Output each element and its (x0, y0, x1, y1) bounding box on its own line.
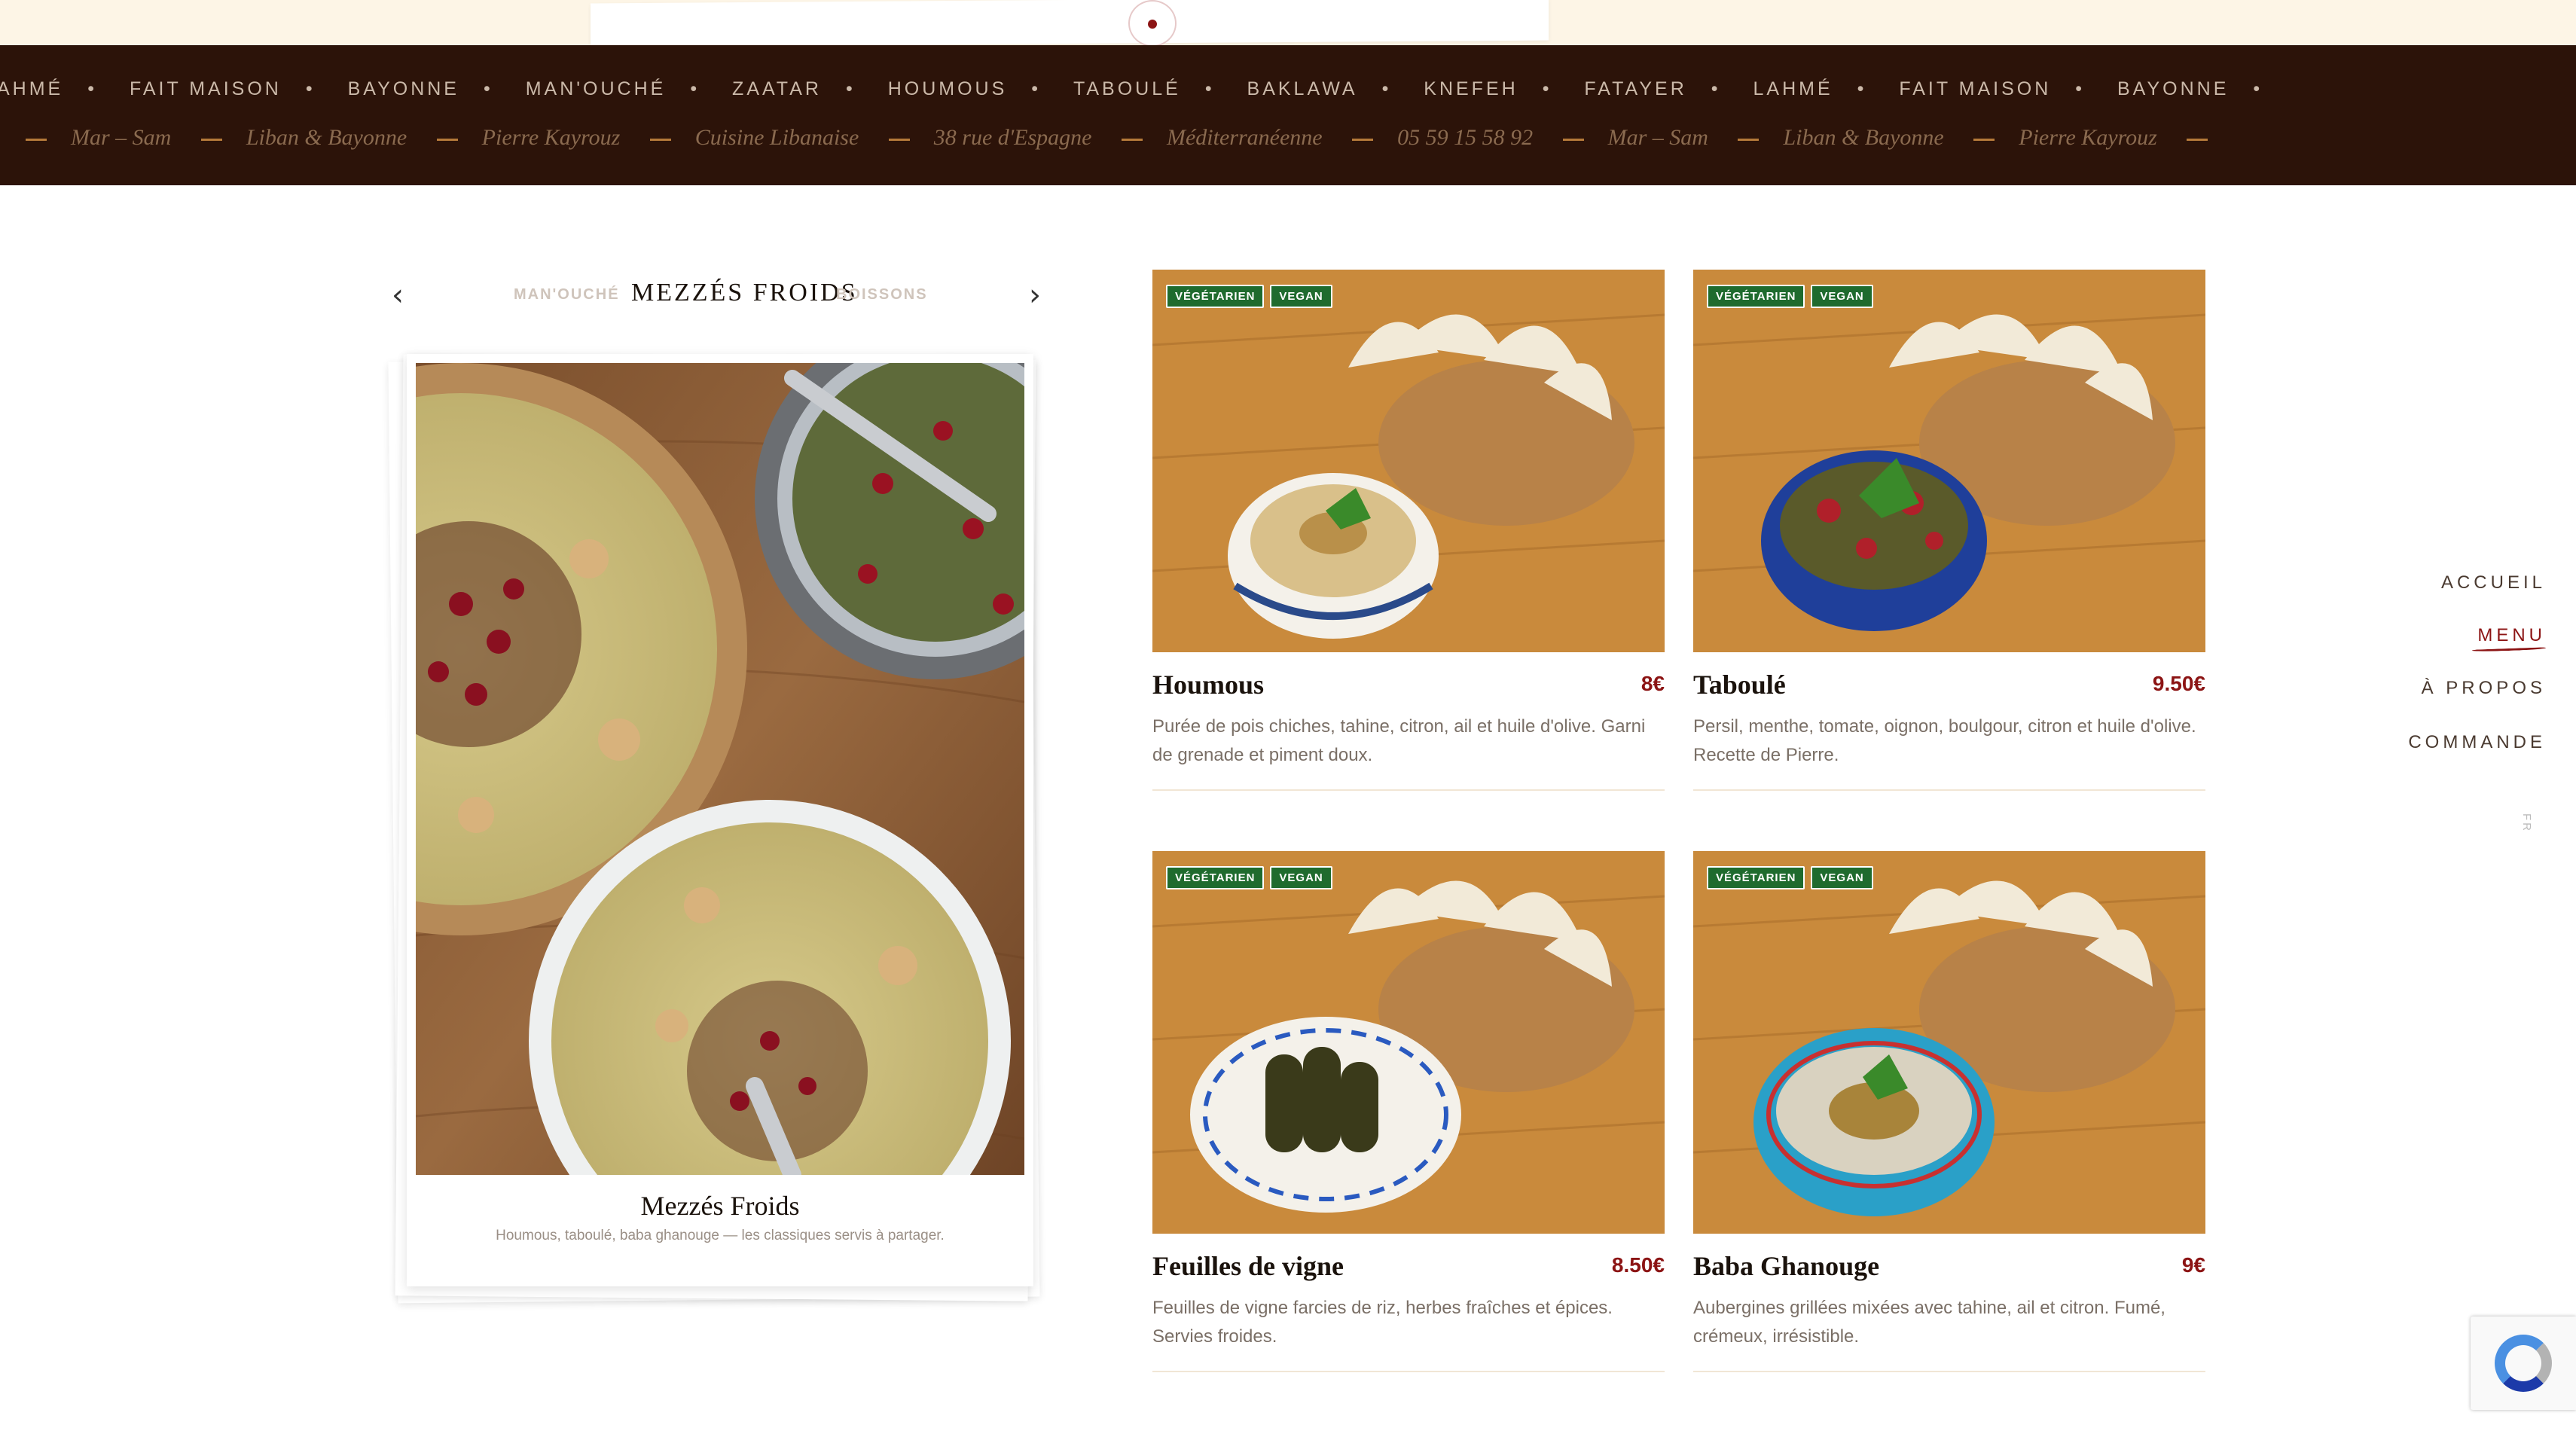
nav-item-a-propos[interactable]: À PROPOS (2422, 678, 2546, 699)
dash-divider (1122, 138, 1143, 141)
divider (1693, 789, 2205, 791)
marquee-keyword: FAIT MAISON (129, 78, 282, 99)
nav-item-commande[interactable]: COMMANDE (2408, 732, 2546, 753)
vegan-badge: VEGAN (1811, 866, 1873, 889)
vegetarian-badge: VÉGÉTARIEN (1166, 285, 1265, 308)
marquee-info: 05 59 15 58 92 (1397, 125, 1534, 150)
dash-divider (649, 138, 671, 141)
marquee-keyword: LAHMÉ (1753, 78, 1833, 99)
marquee-keyword: AHMÉ (0, 78, 64, 99)
dish-price: 8.50€ (1611, 1253, 1665, 1277)
marquee-keyword: FAIT MAISON (1899, 78, 2052, 99)
nav-item-menu[interactable]: MENU (2477, 625, 2546, 646)
dish-photo: VÉGÉTARIEN VEGAN (1152, 270, 1665, 652)
dish-name: Houmous (1152, 670, 1265, 700)
recaptcha-badge[interactable] (2471, 1317, 2576, 1410)
marquee-info: 38 rue d'Espagne (933, 125, 1092, 150)
marquee-row-info: Mar – Sam Liban & Bayonne Pierre Kayrouz… (0, 125, 2232, 151)
marquee-keyword: FATAYER (1584, 78, 1687, 99)
dish-photo: VÉGÉTARIEN VEGAN (1152, 851, 1665, 1234)
marquee-keyword: TABOULÉ (1073, 78, 1181, 99)
dish-photo: VÉGÉTARIEN VEGAN (1693, 270, 2205, 652)
dish-price: 8€ (1641, 672, 1665, 695)
dish-description: Purée de pois chiches, tahine, citron, a… (1152, 716, 1646, 765)
dish-price: 9.50€ (2152, 672, 2205, 695)
marquee-info: Mar – Sam (71, 125, 172, 150)
marquee-info: Méditerranéenne (1167, 125, 1323, 150)
menu-item-card[interactable]: VÉGÉTARIEN VEGAN Taboulé 9.50€ Persil, m… (1693, 270, 2205, 827)
dish-price: 9€ (2181, 1253, 2205, 1277)
dash-divider (2187, 138, 2208, 141)
dish-photo: VÉGÉTARIEN VEGAN (1693, 851, 2205, 1234)
marquee-keyword: MAN'OUCHÉ (525, 78, 667, 99)
dash-divider (200, 138, 222, 141)
marquee-info: Pierre Kayrouz (481, 125, 621, 150)
menu-item-card[interactable]: VÉGÉTARIEN VEGAN Feuilles de vigne 8.50€… (1152, 851, 1665, 1408)
vegan-badge: VEGAN (1270, 866, 1332, 889)
top-paper-decoration (591, 0, 1549, 47)
marquee-keyword: BAYONNE (2117, 78, 2230, 99)
category-slider-nav: ‹ MAN'OUCHÉ MEZZÉS FROIDS BOISSONS › (392, 273, 1047, 318)
vegan-badge: VEGAN (1811, 285, 1873, 308)
dash-divider (1562, 138, 1584, 141)
marquee-keyword: BAYONNE (347, 78, 459, 99)
marquee-info: Pierre Kayrouz (2019, 125, 2157, 150)
vegan-badge: VEGAN (1270, 285, 1332, 308)
category-current-title: MEZZÉS FROIDS (631, 279, 858, 307)
dash-divider (1352, 138, 1374, 141)
marquee-row-keywords: AHMÉ • FAIT MAISON • BAYONNE • MAN'OUCHÉ • Z… (0, 78, 2287, 100)
feature-photo (416, 363, 1024, 1175)
feature-description: Houmous, taboulé, baba ghanouge — les cl… (496, 1228, 945, 1243)
active-underline (2471, 646, 2547, 652)
divider (1152, 789, 1665, 791)
dash-divider (26, 138, 47, 141)
dish-description: Feuilles de vigne farcies de riz, herbes… (1152, 1298, 1613, 1347)
dash-divider (436, 138, 458, 141)
menu-item-card[interactable]: VÉGÉTARIEN VEGAN Houmous 8€ Purée de poi… (1152, 270, 1665, 827)
marquee-keyword: KNEFEH (1424, 78, 1518, 99)
dish-description: Aubergines grillées mixées avec tahine, … (1693, 1298, 2165, 1347)
divider (1693, 1371, 2205, 1372)
recaptcha-icon (2495, 1335, 2552, 1392)
nav-item-accueil[interactable]: ACCUEIL (2441, 572, 2546, 593)
dish-name: Feuilles de vigne (1152, 1251, 1344, 1281)
menu-item-card[interactable]: VÉGÉTARIEN VEGAN Baba Ghanouge 9€ Auberg… (1693, 851, 2205, 1408)
dish-name: Taboulé (1693, 670, 1786, 700)
vegetarian-badge: VÉGÉTARIEN (1707, 866, 1805, 889)
marquee-band: AHMÉ • FAIT MAISON • BAYONNE • MAN'OUCHÉ • Z… (0, 45, 2576, 185)
marquee-info: Liban & Bayonne (1783, 125, 1944, 150)
marquee-info: Cuisine Libanaise (694, 125, 859, 150)
dish-description: Persil, menthe, tomate, oignon, boulgour… (1693, 716, 2196, 765)
marquee-keyword: HOUMOUS (887, 78, 1008, 99)
chevron-right-icon[interactable]: › (1029, 280, 1041, 310)
marquee-keyword: BAKLAWA (1247, 78, 1358, 99)
chevron-left-icon[interactable]: ‹ (392, 280, 404, 310)
divider (1152, 1371, 1665, 1372)
category-prev-label[interactable]: MAN'OUCHÉ (514, 286, 620, 304)
marquee-info: Liban & Bayonne (246, 125, 407, 150)
category-next-label[interactable]: BOISSONS (836, 286, 928, 304)
dash-divider (1738, 138, 1760, 141)
marquee-info: Mar – Sam (1607, 125, 1708, 150)
dash-divider (1973, 138, 1995, 141)
category-feature-card: Mezzés Froids Houmous, taboulé, baba gha… (407, 354, 1033, 1286)
vegetarian-badge: VÉGÉTARIEN (1166, 866, 1265, 889)
feature-title: Mezzés Froids (640, 1191, 800, 1221)
dash-divider (888, 138, 910, 141)
language-switch[interactable]: FR (2520, 813, 2533, 833)
dish-name: Baba Ghanouge (1693, 1251, 1880, 1281)
vegetarian-badge: VÉGÉTARIEN (1707, 285, 1805, 308)
marquee-keyword: ZAATAR (732, 78, 822, 99)
logo-dot-icon[interactable] (1128, 0, 1177, 47)
